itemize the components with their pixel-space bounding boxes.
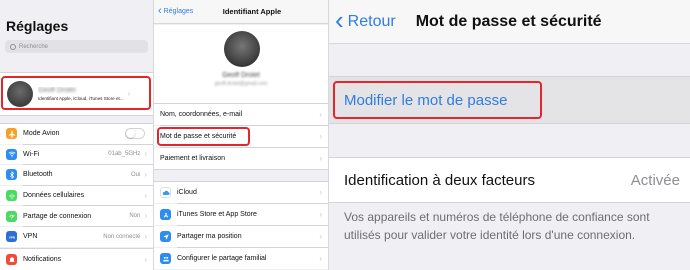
airplane-mode-toggle[interactable]	[125, 128, 145, 140]
item-label: iTunes Store et App Store	[177, 211, 257, 218]
svg-text:VPN: VPN	[8, 235, 14, 239]
service-item-2[interactable]: Partager ma position ›	[154, 226, 328, 247]
item-value: Non	[129, 213, 141, 220]
chevron-right-icon: ›	[319, 187, 322, 197]
chevron-right-icon: ›	[319, 209, 322, 219]
settings-item-4[interactable]: Partage de connexion Non ›	[0, 206, 153, 226]
service-item-3[interactable]: Configurer le partage familial ›	[154, 248, 328, 269]
item-value: Non connecté	[103, 233, 141, 240]
profile-highlight	[1, 76, 151, 110]
back-label: Retour	[347, 12, 396, 30]
item-label: VPN	[23, 233, 38, 241]
menu-item-name-contact[interactable]: Nom, coordonnées, e-mail ›	[154, 104, 328, 125]
change-password-highlight	[333, 81, 542, 119]
profile-header: Geoff Drolet geoff.drolet@gmail.com	[154, 25, 328, 103]
vpn-icon: VPN	[6, 231, 17, 243]
cloud-icon	[160, 187, 171, 198]
profile-email: geoff.drolet@gmail.com	[214, 81, 268, 87]
item-label: Partage de connexion	[23, 212, 92, 220]
item-value: Oui	[130, 171, 141, 178]
family-icon	[160, 253, 171, 264]
chevron-right-icon: ›	[144, 149, 147, 159]
apple-id-panel: ‹ Réglages Identifiant Apple Geoff Drole…	[153, 0, 328, 270]
chevron-right-icon: ›	[144, 231, 147, 241]
chevron-right-icon: ›	[319, 231, 322, 241]
settings-item-notifications[interactable]: Notifications ›	[0, 249, 153, 270]
appstore-icon	[160, 209, 171, 220]
item-label: Configurer le partage familial	[177, 255, 267, 262]
chevron-right-icon: ›	[319, 153, 322, 163]
item-label: Partager ma position	[177, 233, 242, 240]
menu-item-label: Nom, coordonnées, e-mail	[160, 111, 243, 118]
chevron-right-icon: ›	[319, 131, 322, 141]
item-label: Données cellulaires	[23, 192, 85, 200]
link-icon	[6, 210, 17, 222]
avatar	[224, 31, 260, 67]
chevron-left-icon: ‹	[335, 5, 344, 35]
two-factor-row[interactable]: Identification à deux facteurs Activée	[329, 158, 690, 202]
search-input[interactable]: Recherche	[5, 40, 148, 53]
settings-item-3[interactable]: Données cellulaires ›	[0, 185, 153, 206]
nav-title: Identifiant Apple	[222, 7, 282, 16]
item-label: iCloud	[177, 189, 197, 196]
search-placeholder: Recherche	[19, 43, 49, 50]
chevron-right-icon: ›	[144, 169, 147, 179]
settings-item-5[interactable]: VPN VPN Non connecté ›	[0, 227, 153, 247]
settings-panel: Réglages Recherche Geoff Drolet Identifi…	[0, 0, 153, 270]
settings-item-2[interactable]: Bluetooth Oui ›	[0, 165, 153, 185]
two-factor-description: Vos appareils et numéros de téléphone de…	[344, 210, 650, 242]
item-value: 01ab_5GHz	[108, 151, 141, 158]
item-label: Wi-Fi	[23, 150, 40, 158]
settings-title: Réglages	[6, 18, 69, 34]
settings-item-label: Notifications	[23, 256, 62, 263]
settings-item-1[interactable]: Wi-Fi 01ab_5GHz ›	[0, 144, 153, 165]
chevron-right-icon: ›	[319, 109, 322, 119]
chevron-right-icon: ›	[144, 254, 147, 264]
search-icon	[10, 43, 16, 50]
password-security-highlight	[157, 127, 250, 146]
antenna-icon	[6, 190, 17, 202]
bell-icon	[6, 254, 17, 265]
service-item-0[interactable]: iCloud ›	[154, 182, 328, 203]
two-factor-label: Identification à deux facteurs	[344, 171, 535, 189]
two-factor-value: Activée	[630, 171, 680, 189]
security-panel: ‹ Retour Mot de passe et sécurité Modifi…	[328, 0, 690, 270]
item-label: Bluetooth	[23, 171, 53, 179]
nav-title: Mot de passe et sécurité	[415, 12, 602, 30]
location-icon	[160, 231, 171, 242]
airplane-icon	[6, 128, 17, 140]
bluetooth-icon	[6, 169, 17, 181]
menu-item-payment-shipping[interactable]: Paiement et livraison ›	[154, 148, 328, 169]
settings-item-0[interactable]: Mode Avion	[0, 124, 153, 144]
chevron-right-icon: ›	[144, 211, 147, 221]
chevron-right-icon: ›	[319, 253, 322, 263]
service-item-1[interactable]: iTunes Store et App Store ›	[154, 204, 328, 225]
item-label: Mode Avion	[23, 130, 60, 138]
wifi-icon	[6, 148, 17, 160]
menu-item-label: Paiement et livraison	[160, 155, 225, 162]
back-button[interactable]: ‹ Retour	[335, 5, 396, 35]
profile-name: Geoff Drolet	[222, 72, 260, 79]
chevron-right-icon: ›	[144, 190, 147, 200]
